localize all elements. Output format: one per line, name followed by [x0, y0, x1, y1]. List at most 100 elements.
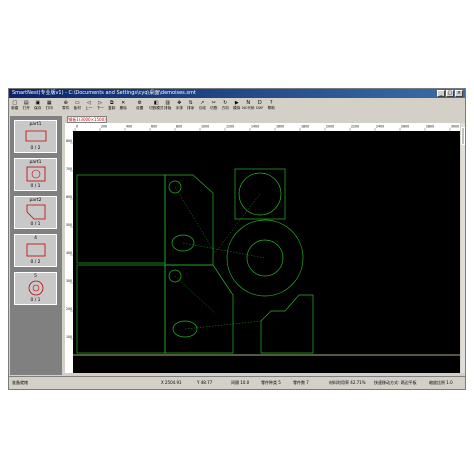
toolbar-cutmode-button[interactable]: ◧ 切割模式	[149, 98, 163, 115]
toolbar-nc-button[interactable]: N NC代码	[242, 98, 254, 115]
status-ready: 准备就绪	[12, 380, 28, 385]
ruler-tick-label: 800	[66, 139, 72, 143]
toolbar-label: DXF	[256, 106, 264, 110]
ruler-tick-label: 200	[66, 307, 72, 311]
toolbar-label: 打开	[22, 106, 30, 110]
part-l-shape[interactable]	[260, 294, 314, 354]
toolbar-nesting-button[interactable]: ▥ 排版	[162, 98, 174, 115]
part-bracket-lower[interactable]	[164, 264, 234, 354]
window-title: SmartNest(专业版v1) - C:\Documents and Sett…	[12, 90, 196, 96]
toolbar-label: 引线	[198, 106, 206, 110]
status-zoom: 缩放比例 1.0	[429, 380, 453, 385]
toolbar-path-button[interactable]: ↗ 引线	[197, 98, 209, 115]
toolbar-help-button[interactable]: ? 帮助	[266, 98, 278, 115]
toolbar-new-button[interactable]: □ 新建	[9, 98, 21, 115]
part-item[interactable]: 50 / 1	[14, 272, 57, 305]
window-controls: _ □ ×	[437, 90, 463, 97]
ruler-tick-label: 0	[76, 125, 78, 129]
part-ring[interactable]	[226, 219, 304, 297]
toolbar-label: 保存	[34, 106, 42, 110]
title-bar[interactable]: SmartNest(专业版v1) - C:\Documents and Sett…	[9, 89, 465, 98]
toolbar-part-button[interactable]: ⊕ 零件	[60, 98, 72, 115]
toolbar-cut-button[interactable]: ✂ 切割	[208, 98, 220, 115]
toolbar-label: 方向	[221, 106, 229, 110]
ruler-tick-label: 1200	[226, 125, 234, 129]
toolbar-label: 设置	[136, 106, 144, 110]
ruler-tick-label: 1600	[276, 125, 284, 129]
ruler-tick-label: 300	[66, 279, 72, 283]
ruler-tick-label: 600	[66, 195, 72, 199]
toolbar-manual-button[interactable]: ✥ 手排	[174, 98, 186, 115]
part-item[interactable]: part2 0 / 1	[14, 196, 57, 229]
status-x: X 2504.91	[161, 380, 182, 385]
ruler-tick-label: 500	[66, 223, 72, 227]
part-item[interactable]: 40 / 2	[14, 234, 57, 267]
maximize-button[interactable]: □	[446, 90, 454, 97]
toolbar-label: 切割	[210, 106, 218, 110]
part-item[interactable]: part1 0 / 1	[14, 158, 57, 191]
toolbar-label: 手排	[175, 106, 183, 110]
sheet-tabs: 钢板1(3000×1500)	[64, 116, 464, 123]
status-move-mode: 快速移动方式: 两边平板	[374, 380, 417, 385]
toolbar-save-button[interactable]: ▣ 保存	[32, 98, 44, 115]
toolbar-sort-button[interactable]: ⇅ 排序	[185, 98, 197, 115]
ruler-tick-label: 200	[101, 125, 107, 129]
toolbar-settings-button[interactable]: ⚙ 设置	[134, 98, 146, 115]
toolbar-redo-button[interactable]: ▷ 下一	[95, 98, 107, 115]
part-bracket-upper[interactable]	[164, 174, 214, 266]
ruler-tick-label: 400	[66, 251, 72, 255]
tab-sheet-1[interactable]: 钢板1(3000×1500)	[67, 116, 107, 123]
part-rect-lower[interactable]	[76, 264, 166, 354]
part-count: 0 / 2	[30, 260, 41, 265]
status-gap: 间隔 10.0	[231, 380, 250, 385]
close-button[interactable]: ×	[455, 90, 463, 97]
toolbar-label: 新建	[11, 106, 19, 110]
ruler-tick-label: 1800	[301, 125, 309, 129]
ruler-tick-label: 400	[126, 125, 132, 129]
vertical-scrollbar[interactable]	[461, 123, 465, 373]
status-part-kinds: 零件种类 5	[261, 380, 281, 385]
ruler-tick-label: 2200	[351, 125, 359, 129]
toolbar-open-button[interactable]: ▤ 打开	[21, 98, 33, 115]
toolbar-direction-button[interactable]: ↻ 方向	[220, 98, 232, 115]
toolbar-copy-button[interactable]: ⧉ 复制	[106, 98, 118, 115]
toolbar-dxf-button[interactable]: D DXF	[254, 98, 266, 115]
ruler-tick-label: 2400	[376, 125, 384, 129]
toolbar-label: 帮助	[267, 106, 275, 110]
nesting-canvas[interactable]: 0 200 400 600 800 1000 1200 1400 1600 1800 2000 220…	[65, 123, 460, 373]
toolbar-label: 上一	[85, 106, 93, 110]
nesting-drawing: 0 200 400 600 800 1000 1200 1400 1600 1800 2000 220…	[65, 123, 460, 373]
part-thumbnail	[28, 280, 44, 296]
ruler-tick-label: 600	[151, 125, 157, 129]
toolbar-material-button[interactable]: ▭ 板材	[72, 98, 84, 115]
toolbar-delete-button[interactable]: ✕ 删除	[118, 98, 130, 115]
ruler-tick-label: 700	[66, 167, 72, 171]
part-item[interactable]: part1 0 / 2	[14, 120, 57, 153]
part-count: 0 / 2	[30, 146, 41, 151]
part-thumbnail	[26, 166, 46, 182]
parts-panel: part1 0 / 2 part1 0 / 1 part2 0 / 1 40 / 2 50 /…	[10, 116, 62, 375]
toolbar-label: 排序	[187, 106, 195, 110]
toolbar-undo-button[interactable]: ◁ 上一	[83, 98, 95, 115]
minimize-button[interactable]: _	[437, 90, 445, 97]
ruler-tick-label: 800	[176, 125, 182, 129]
ruler-tick-label: 2800	[426, 125, 434, 129]
toolbar-label: 板材	[73, 106, 81, 110]
ruler-tick-label: 3000	[451, 125, 459, 129]
part-thumbnail	[26, 204, 46, 220]
part-count: 0 / 1	[30, 184, 41, 189]
toolbar-label: 打印	[45, 106, 53, 110]
part-count: 0 / 1	[30, 298, 41, 303]
part-thumbnail	[26, 243, 46, 257]
scrollbar-thumb[interactable]	[461, 127, 465, 145]
toolbar-simulate-button[interactable]: ▶ 模拟	[231, 98, 243, 115]
app-window: SmartNest(专业版v1) - C:\Documents and Sett…	[8, 88, 466, 390]
ruler-tick-label: 2000	[326, 125, 334, 129]
ruler-tick-label: 1000	[201, 125, 209, 129]
part-rect-upper[interactable]	[76, 174, 166, 264]
status-bar: 准备就绪 X 2504.91 Y 48.77 间隔 10.0 零件种类 5 零件…	[9, 376, 465, 389]
toolbar-print-button[interactable]: ▦ 打印	[44, 98, 56, 115]
toolbar: □ 新建 ▤ 打开 ▣ 保存 ▦ 打印 ⊕ 零件 ▭ 板材 ◁ 上一 ▷ 下一 ⧉ 复制 ✕ 删除 ⚙ 设置 ◧ 切割模式 ▥ 排…	[9, 98, 465, 115]
toolbar-label: 复制	[108, 106, 116, 110]
toolbar-label: 模拟	[233, 106, 241, 110]
